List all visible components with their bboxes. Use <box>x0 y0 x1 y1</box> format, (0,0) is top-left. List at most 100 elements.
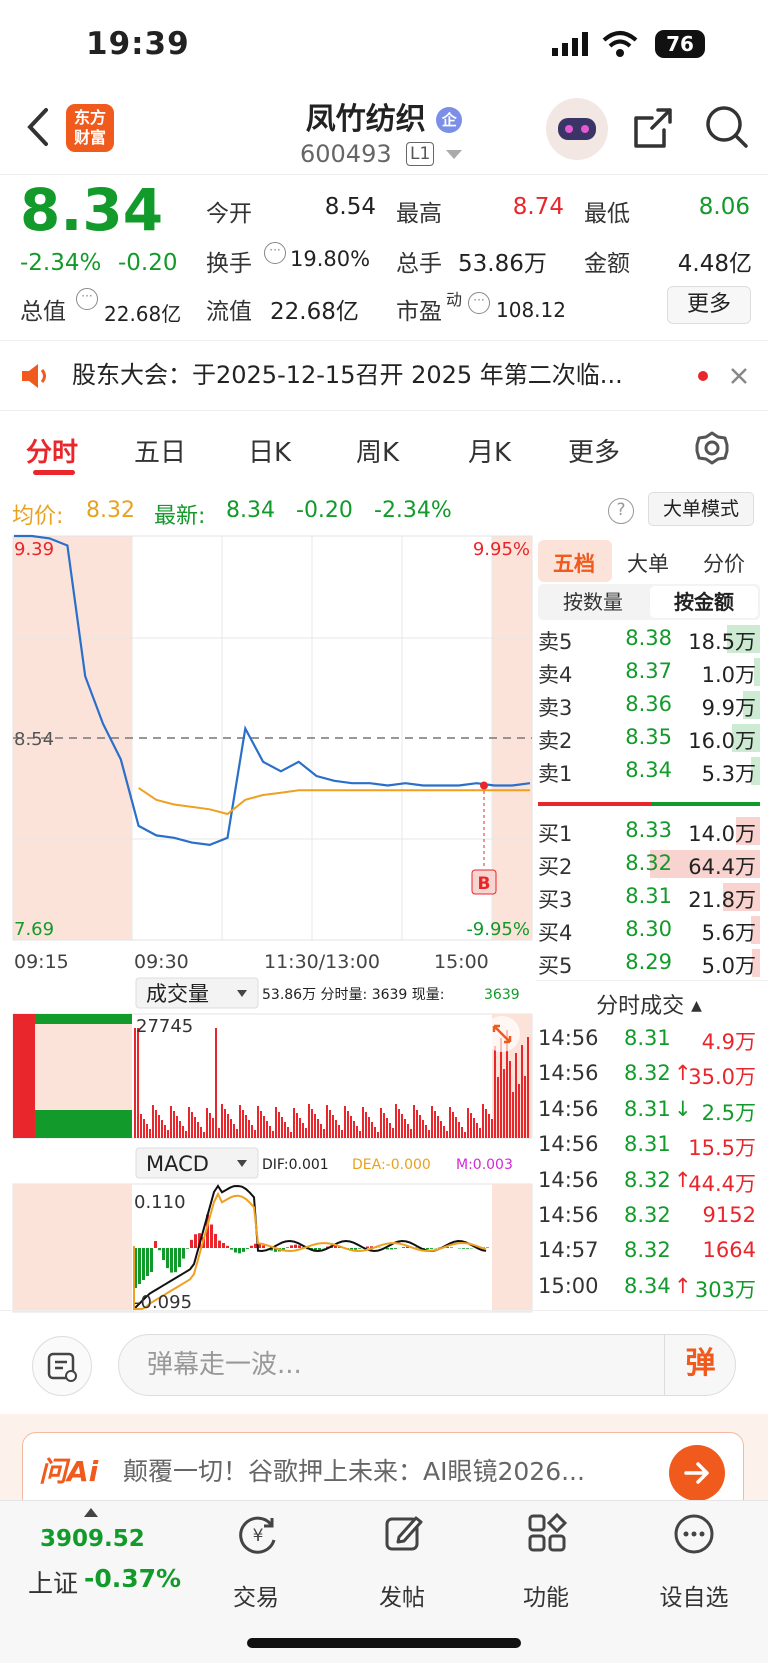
pe-sup: 动 <box>446 290 463 309</box>
danmu-settings-button[interactable] <box>32 1336 92 1396</box>
tab-big-orders[interactable]: 大单 <box>627 548 669 578</box>
volume-bar <box>353 1121 355 1138</box>
macd-bar <box>290 1245 293 1248</box>
tab-5day[interactable]: 五日 <box>134 432 186 469</box>
more-button[interactable]: 更多 <box>667 286 751 324</box>
volume-bar <box>269 1126 271 1138</box>
info-icon[interactable]: ··· <box>76 288 98 310</box>
stock-code: 600493 <box>300 140 392 168</box>
tick-row[interactable]: 14:56 8.32 9152 <box>538 1199 760 1235</box>
index-name[interactable]: 上证 <box>28 1564 78 1600</box>
help-icon[interactable]: ? <box>608 498 634 524</box>
tick-row[interactable]: 14:56 8.32 ↑ 44.4万 <box>538 1164 760 1200</box>
order-vol: 1.0万 <box>701 663 756 687</box>
tick-row[interactable]: 14:56 8.31 15.5万 <box>538 1128 760 1164</box>
tick-row[interactable]: 14:56 8.31 ↓ 2.5万 <box>538 1093 760 1129</box>
index-pct[interactable]: -0.37% <box>84 1564 181 1593</box>
arrow-right-icon <box>684 1462 709 1484</box>
tab-intraday[interactable]: 分时 <box>26 432 78 469</box>
enterprise-badge: 企 <box>436 107 463 133</box>
dropdown-icon[interactable] <box>446 150 462 160</box>
trade-point <box>480 781 488 790</box>
tick-vol: 4.9万 <box>701 1030 756 1054</box>
dif-value: DIF:0.001 <box>262 1157 329 1173</box>
nav-functions[interactable]: 功能 <box>496 1578 596 1612</box>
level-badge[interactable]: L1 <box>406 142 435 166</box>
assistant-avatar[interactable] <box>546 98 608 160</box>
ask-row[interactable]: 卖2 8.35 16.0万 <box>538 721 760 755</box>
big-order-mode-button[interactable]: 大单模式 <box>648 492 754 526</box>
ask-row[interactable]: 卖3 8.36 9.9万 <box>538 688 760 722</box>
bid-row[interactable]: 买2 8.32 64.4万 <box>538 847 760 881</box>
volume-bar <box>488 1114 490 1138</box>
volume-bar <box>215 1028 217 1138</box>
x-label: 09:15 <box>14 951 69 973</box>
settings-icon[interactable] <box>694 430 730 466</box>
trade-icon[interactable]: ¥ <box>236 1512 280 1556</box>
tab-monthly-k[interactable]: 月K <box>468 432 511 469</box>
order-label: 卖1 <box>538 762 573 786</box>
danmu-input[interactable]: 弹幕走一波... <box>118 1334 736 1396</box>
tab-daily-k[interactable]: 日K <box>248 432 291 469</box>
nav-trade[interactable]: 交易 <box>206 1578 306 1612</box>
ask-row[interactable]: 卖4 8.37 1.0万 <box>538 655 760 689</box>
bid-row[interactable]: 买4 8.30 5.6万 <box>538 913 760 947</box>
mcap-label: 总值 <box>20 299 66 325</box>
index-value[interactable]: 3909.52 <box>40 1526 145 1552</box>
svg-text:¥: ¥ <box>253 1526 264 1546</box>
nav-watchlist[interactable]: 设自选 <box>644 1578 744 1612</box>
bid-row[interactable]: 买3 8.31 21.8万 <box>538 880 760 914</box>
danmu-send-button[interactable]: 弹 <box>664 1334 736 1396</box>
volume-bar <box>203 1132 205 1138</box>
tick-row[interactable]: 14:56 8.31 4.9万 <box>538 1022 760 1058</box>
tick-time: 14:56 <box>538 1167 599 1192</box>
expand-icon[interactable] <box>484 1016 520 1052</box>
buy-marker-label: B <box>478 874 491 894</box>
tick-row[interactable]: 15:00 8.34 ↑ 303万 <box>538 1270 760 1306</box>
volume-bar <box>347 1111 349 1138</box>
tab-five-level[interactable]: 五档 <box>553 548 595 578</box>
close-icon[interactable] <box>730 367 748 385</box>
home-indicator <box>247 1638 521 1648</box>
arrow-button[interactable] <box>669 1445 725 1501</box>
tick-time: 14:56 <box>538 1203 599 1227</box>
nav-post[interactable]: 发帖 <box>352 1578 452 1612</box>
macd-bar <box>358 1248 361 1249</box>
by-quantity-button[interactable]: 按数量 <box>540 586 646 618</box>
bid-row[interactable]: 买5 8.29 5.0万 <box>538 946 760 980</box>
macd-bar <box>170 1248 173 1273</box>
tick-row[interactable]: 14:57 8.32 1664 <box>538 1234 760 1270</box>
search-icon[interactable] <box>704 104 750 152</box>
volume-bar <box>497 1077 499 1138</box>
by-amount-button[interactable]: 按金额 <box>650 586 758 618</box>
tab-more[interactable]: 更多 <box>568 432 620 469</box>
macd-bar <box>450 1247 453 1248</box>
functions-icon[interactable] <box>526 1512 570 1556</box>
order-vol: 9.9万 <box>701 696 756 720</box>
ask-row[interactable]: 卖1 8.34 5.3万 <box>538 754 760 788</box>
ask-row[interactable]: 卖5 8.38 18.5万 <box>538 622 760 656</box>
post-icon[interactable] <box>382 1512 426 1556</box>
tick-row[interactable]: 14:56 8.32 ↑ 35.0万 <box>538 1057 760 1093</box>
order-price: 8.30 <box>625 917 672 941</box>
bid-row[interactable]: 买1 8.33 14.0万 <box>538 814 760 848</box>
notice-bar[interactable]: 股东大会：于2025-12-15召开 2025 年第二次临... <box>0 340 768 410</box>
tab-price-dist[interactable]: 分价 <box>703 548 745 578</box>
order-vol: 5.6万 <box>701 921 756 945</box>
macd-bar <box>298 1245 301 1248</box>
order-vol: 64.4万 <box>688 855 756 879</box>
volume-bar <box>401 1114 403 1138</box>
macd-bar <box>226 1245 229 1248</box>
tab-weekly-k[interactable]: 周K <box>356 432 399 469</box>
pre-market-macd <box>13 1184 132 1312</box>
tick-price: 8.32 <box>624 1167 671 1192</box>
info-icon[interactable]: ··· <box>468 292 490 314</box>
watchlist-icon[interactable] <box>672 1512 716 1556</box>
share-icon[interactable] <box>632 104 676 152</box>
intraday-chart[interactable]: B 9.39 9.95% 8.54 7.69 -9.95% 09:15 09:3… <box>0 534 536 1314</box>
ticks-title[interactable]: 分时成交 ▲ <box>538 988 760 1020</box>
info-icon[interactable]: ··· <box>264 242 286 264</box>
divider <box>0 410 768 411</box>
tick-time: 14:56 <box>538 1096 599 1121</box>
volume-bar <box>227 1114 229 1138</box>
